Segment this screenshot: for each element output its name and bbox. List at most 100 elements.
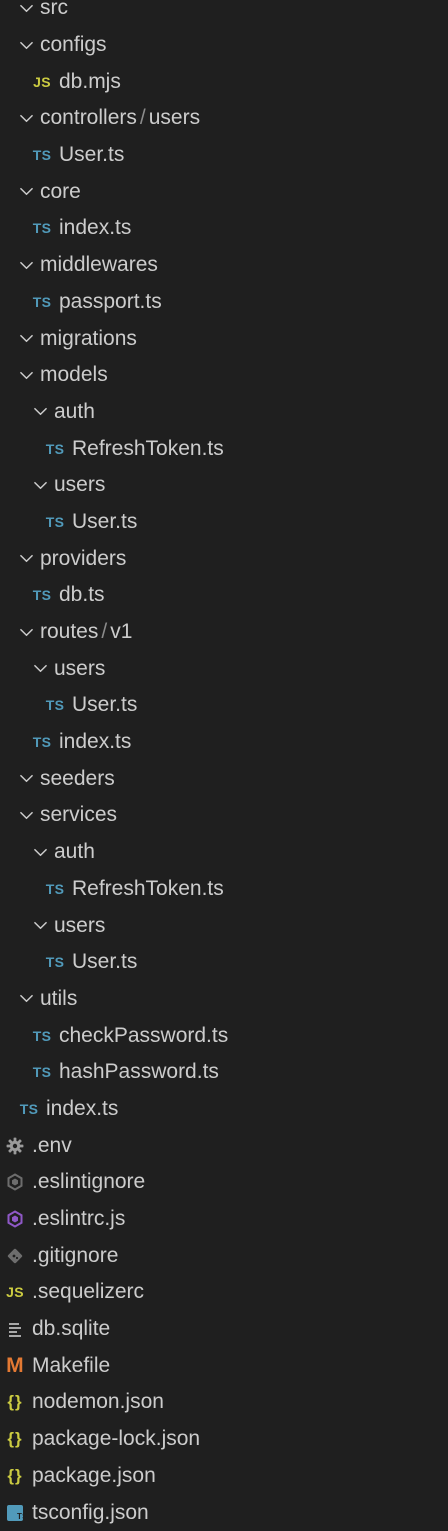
typescript-file-icon: TS (45, 954, 65, 971)
folder-item-utils[interactable]: utils (0, 981, 448, 1018)
folder-item-src[interactable]: src (0, 0, 448, 27)
file-item[interactable]: TS RefreshToken.ts (0, 871, 448, 908)
folder-label: auth (54, 399, 95, 423)
folder-item-users[interactable]: users (0, 467, 448, 504)
file-label: User.ts (59, 143, 125, 167)
chevron-down-icon[interactable] (20, 552, 33, 565)
file-label: .sequelizerc (32, 1280, 145, 1304)
file-item[interactable]: {} package-lock.json (0, 1421, 448, 1458)
chevron-down-icon[interactable] (20, 185, 33, 198)
tsconfig-file-icon: TS (4, 1504, 26, 1522)
folder-item-routes-v1[interactable]: routes / v1 (0, 614, 448, 651)
javascript-file-icon: JS (33, 73, 51, 90)
file-label: checkPassword.ts (59, 1023, 229, 1047)
folder-label: utils (40, 986, 78, 1010)
file-item[interactable]: TS passport.ts (0, 284, 448, 321)
chevron-down-icon[interactable] (20, 259, 33, 272)
chevron-down-icon[interactable] (20, 772, 33, 785)
folder-item-services[interactable]: services (0, 797, 448, 834)
file-item[interactable]: TS db.ts (0, 577, 448, 614)
svg-text:TS: TS (17, 1512, 24, 1521)
chevron-down-icon[interactable] (20, 809, 33, 822)
file-item[interactable]: TS index.ts (0, 1091, 448, 1128)
file-item[interactable]: TS User.ts (0, 137, 448, 174)
chevron-down-icon[interactable] (20, 112, 33, 125)
chevron-down-icon[interactable] (34, 662, 47, 675)
typescript-file-icon: TS (45, 440, 65, 457)
file-item[interactable]: .eslintignore (0, 1164, 448, 1201)
chevron-down-icon[interactable] (34, 405, 47, 418)
file-item[interactable]: TS checkPassword.ts (0, 1017, 448, 1054)
file-item[interactable]: TS tsconfig.json (0, 1494, 448, 1531)
folder-item-controllers-users[interactable]: controllers / users (0, 100, 448, 137)
typescript-file-icon: TS (32, 1027, 52, 1044)
folder-label: auth (54, 840, 95, 864)
json-file-icon: {} (7, 1429, 23, 1449)
folder-item-providers[interactable]: providers (0, 540, 448, 577)
chevron-down-icon[interactable] (20, 626, 33, 639)
file-item[interactable]: {} package.json (0, 1458, 448, 1495)
file-item[interactable]: JS .sequelizerc (0, 1274, 448, 1311)
chevron-down-icon[interactable] (20, 992, 33, 1005)
typescript-file-icon: TS (32, 293, 52, 310)
folder-label: providers (40, 546, 127, 570)
makefile-icon: M (6, 1353, 24, 1377)
folder-item-middlewares[interactable]: middlewares (0, 247, 448, 284)
typescript-file-icon: TS (45, 880, 65, 897)
folder-label: src (40, 0, 68, 20)
eslint-icon (4, 1210, 26, 1228)
file-item[interactable]: .eslintrc.js (0, 1201, 448, 1238)
folder-label: middlewares (40, 253, 158, 277)
file-item[interactable]: M Makefile (0, 1347, 448, 1384)
chevron-down-icon[interactable] (34, 479, 47, 492)
file-label: index.ts (59, 216, 132, 240)
file-item[interactable]: {} nodemon.json (0, 1384, 448, 1421)
typescript-file-icon: TS (32, 587, 52, 604)
folder-label: configs (40, 33, 107, 57)
file-label: tsconfig.json (32, 1500, 149, 1524)
file-item[interactable]: JS db.mjs (0, 63, 448, 100)
file-label: passport.ts (59, 289, 162, 313)
folder-label: routes (40, 620, 99, 644)
chevron-down-icon[interactable] (20, 39, 33, 52)
javascript-file-icon: JS (6, 1284, 24, 1301)
chevron-down-icon[interactable] (20, 369, 33, 382)
folder-item-users[interactable]: users (0, 907, 448, 944)
file-label: .eslintignore (32, 1170, 146, 1194)
json-file-icon: {} (7, 1392, 23, 1412)
chevron-down-icon[interactable] (34, 919, 47, 932)
file-label: User.ts (72, 509, 138, 533)
file-item[interactable]: TS User.ts (0, 504, 448, 541)
file-item[interactable]: db.sqlite (0, 1311, 448, 1348)
folder-item-core[interactable]: core (0, 173, 448, 210)
file-item[interactable]: TS index.ts (0, 210, 448, 247)
file-explorer-tree: src configs JS db.mjs controllers / users TS Use… (0, 0, 448, 1531)
gear-icon (4, 1137, 26, 1155)
folder-item-users[interactable]: users (0, 650, 448, 687)
chevron-down-icon[interactable] (34, 846, 47, 859)
file-item[interactable]: TS hashPassword.ts (0, 1054, 448, 1091)
path-separator: / (101, 620, 108, 644)
folder-item-auth[interactable]: auth (0, 834, 448, 871)
file-item[interactable]: .gitignore (0, 1237, 448, 1274)
file-item[interactable]: TS index.ts (0, 724, 448, 761)
chevron-down-icon[interactable] (20, 2, 33, 15)
file-label: User.ts (72, 950, 138, 974)
folder-label: seeders (40, 766, 115, 790)
file-label: RefreshToken.ts (72, 436, 224, 460)
file-item[interactable]: .env (0, 1127, 448, 1164)
file-item[interactable]: TS User.ts (0, 944, 448, 981)
folder-label: v1 (110, 620, 133, 644)
folder-item-auth[interactable]: auth (0, 394, 448, 431)
folder-item-models[interactable]: models (0, 357, 448, 394)
file-item[interactable]: TS User.ts (0, 687, 448, 724)
folder-item-configs[interactable]: configs (0, 27, 448, 64)
folder-label: models (40, 363, 108, 387)
chevron-down-icon[interactable] (20, 332, 33, 345)
folder-item-migrations[interactable]: migrations (0, 320, 448, 357)
git-icon (4, 1247, 26, 1265)
file-label: RefreshToken.ts (72, 876, 224, 900)
folder-item-seeders[interactable]: seeders (0, 760, 448, 797)
json-file-icon: {} (7, 1465, 23, 1485)
file-item[interactable]: TS RefreshToken.ts (0, 430, 448, 467)
